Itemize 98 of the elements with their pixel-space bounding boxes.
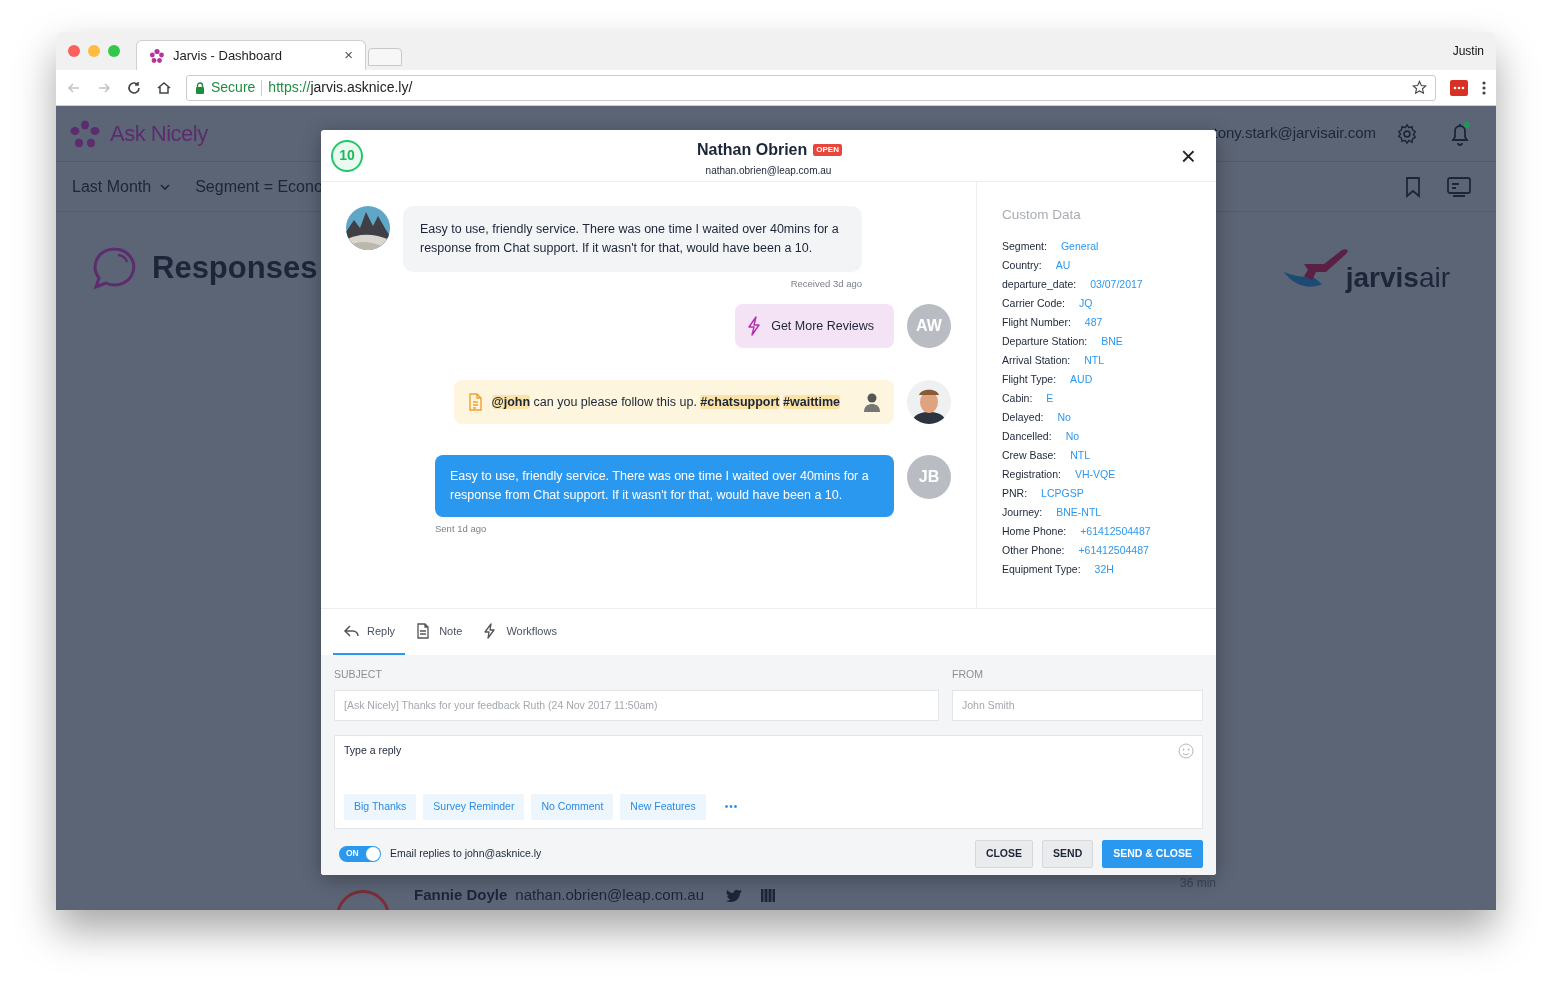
document-icon bbox=[415, 623, 432, 639]
toggle-label: Email replies to john@asknice.ly bbox=[390, 845, 542, 861]
customer-name: Nathan Obrien bbox=[697, 140, 808, 160]
timestamp: Received 3d ago bbox=[790, 277, 862, 291]
tab[interactable]: Workflows bbox=[472, 609, 567, 655]
field-label: Dancelled: bbox=[1002, 429, 1052, 445]
field-value: BNE bbox=[1101, 334, 1123, 350]
customer-email: nathan.obrien@leap.com.au bbox=[705, 164, 832, 178]
field-value: 03/07/2017 bbox=[1090, 277, 1143, 293]
field-label: Departure Station: bbox=[1002, 334, 1088, 350]
home-icon[interactable] bbox=[156, 79, 172, 96]
figure-icon bbox=[862, 392, 882, 413]
profile-name[interactable]: Justin bbox=[1452, 42, 1484, 60]
settings-icon[interactable] bbox=[1396, 122, 1418, 145]
field-label: PNR: bbox=[1002, 486, 1028, 502]
note-text: @john can you please follow this up. #chatsupport #waittime bbox=[491, 393, 840, 411]
field-label: Arrival Station: bbox=[1002, 353, 1071, 369]
field-label: Flight Number: bbox=[1002, 315, 1071, 331]
field-value: No bbox=[1057, 410, 1071, 426]
lock-icon bbox=[195, 81, 205, 94]
tab-title: Jarvis - Dashboard bbox=[173, 46, 284, 65]
dialog-button[interactable]: SEND bbox=[1042, 839, 1094, 868]
url-text[interactable]: https://jarvis.asknice.ly/ bbox=[268, 77, 1406, 98]
reply-icon bbox=[343, 623, 359, 639]
field-label: Delayed: bbox=[1002, 410, 1044, 426]
field-value: NTL bbox=[1070, 448, 1091, 464]
field-label: departure_date: bbox=[1002, 277, 1077, 293]
more-button[interactable]: ••• bbox=[724, 799, 739, 815]
chat-bubble-icon bbox=[92, 246, 138, 290]
field-value: 32H bbox=[1094, 562, 1114, 578]
flower-icon bbox=[149, 47, 165, 64]
section-title: Custom Data bbox=[1002, 206, 1082, 224]
field-label: SUBJECT bbox=[334, 667, 383, 682]
address-bar[interactable]: Secure https://jarvis.asknice.ly/ bbox=[186, 74, 1436, 101]
field-label: Other Phone: bbox=[1002, 543, 1065, 559]
monitor-icon[interactable] bbox=[1446, 175, 1472, 198]
field-label: Crew Base: bbox=[1002, 448, 1057, 464]
new-tab-button[interactable] bbox=[368, 48, 402, 66]
bird-icon bbox=[726, 888, 743, 902]
chevron-down-icon bbox=[159, 182, 172, 191]
lightning-icon bbox=[747, 316, 762, 337]
field-label: Registration: bbox=[1002, 467, 1061, 483]
field-label: Equipment Type: bbox=[1002, 562, 1081, 578]
field-value: JQ bbox=[1079, 296, 1093, 312]
field-label: Carrier Code: bbox=[1002, 296, 1066, 312]
more-icon[interactable] bbox=[1482, 79, 1486, 96]
field-value: LCPGSP bbox=[1041, 486, 1084, 502]
maximize-button[interactable] bbox=[108, 45, 120, 57]
field-label: Home Phone: bbox=[1002, 524, 1067, 540]
score-badge: 10 bbox=[331, 139, 363, 172]
workflow-name: Get More Reviews bbox=[771, 317, 875, 335]
initials-avatar: AW bbox=[907, 304, 951, 349]
page-title: Responses bbox=[152, 248, 318, 287]
field-value: E bbox=[1046, 391, 1054, 407]
dialog-button[interactable]: CLOSE bbox=[974, 839, 1034, 868]
flower-logo-icon bbox=[70, 119, 100, 148]
field-value: +61412504487 bbox=[1080, 524, 1151, 540]
field-value: AU bbox=[1055, 258, 1071, 274]
close-button[interactable]: × bbox=[1180, 142, 1196, 169]
extension-icon[interactable] bbox=[1450, 79, 1468, 96]
contact-name: Fannie Doyle bbox=[414, 884, 508, 905]
reply-field[interactable]: Type a reply bbox=[335, 735, 1202, 794]
field-value: General bbox=[1060, 239, 1099, 255]
field-value: AUD bbox=[1070, 372, 1093, 388]
tab[interactable]: Note bbox=[405, 609, 473, 655]
minimize-button[interactable] bbox=[88, 45, 100, 57]
reply-editor[interactable]: Type a reply Big Thanks Survey Reminder No Comment New Features ••• bbox=[334, 734, 1203, 829]
document-icon bbox=[467, 393, 482, 412]
field-value: No bbox=[1065, 429, 1080, 445]
contact-email: nathan.obrien@leap.com.au bbox=[515, 884, 705, 905]
bookmark-icon[interactable] bbox=[1404, 175, 1422, 198]
field-value: NTL bbox=[1084, 353, 1105, 369]
secure-label: Secure bbox=[211, 78, 256, 97]
timestamp: Sent 1d ago bbox=[435, 522, 487, 537]
emoji-icon[interactable] bbox=[1178, 742, 1194, 759]
browser-tab[interactable]: Jarvis - Dashboard × bbox=[136, 40, 366, 70]
field-label: FROM bbox=[952, 667, 984, 682]
field-label: Segment: bbox=[1002, 239, 1047, 255]
tab-close-button[interactable]: × bbox=[344, 44, 353, 67]
field-label: Flight Type: bbox=[1002, 372, 1057, 388]
field-value: +61412504487 bbox=[1078, 543, 1149, 559]
reload-icon[interactable] bbox=[126, 79, 142, 96]
star-icon[interactable] bbox=[1412, 80, 1427, 95]
input-field[interactable]: [Ask Nicely] Thanks for your feedback Ruth (24 Nov 2017 11:50am) bbox=[334, 689, 939, 721]
field-value: BNE-NTL bbox=[1056, 505, 1102, 521]
message-bubble: Easy to use, friendly service. There was one time I waited over 40mins for a response from Chat support. If it wasn't for that, would have been a 10. bbox=[435, 455, 894, 518]
field-value: VH-VQE bbox=[1074, 467, 1116, 483]
field-label: Cabin: bbox=[1002, 391, 1033, 407]
status-badge: OPEN bbox=[813, 144, 842, 156]
brand-logo-text: jarvisair bbox=[1345, 264, 1450, 292]
logo-text: Ask Nicely bbox=[110, 120, 208, 148]
field-label: Country: bbox=[1002, 258, 1042, 274]
close-window-button[interactable] bbox=[68, 45, 80, 57]
message-bubble: Easy to use, friendly service. There was one time I waited over 40mins for a response from Chat support. If it wasn't for that, would have been a 10. bbox=[403, 206, 862, 272]
field-label: Journey: bbox=[1002, 505, 1043, 521]
input-field[interactable]: John Smith bbox=[952, 689, 1203, 721]
field-value: 487 bbox=[1084, 315, 1103, 331]
initials-avatar: JB bbox=[907, 455, 951, 500]
